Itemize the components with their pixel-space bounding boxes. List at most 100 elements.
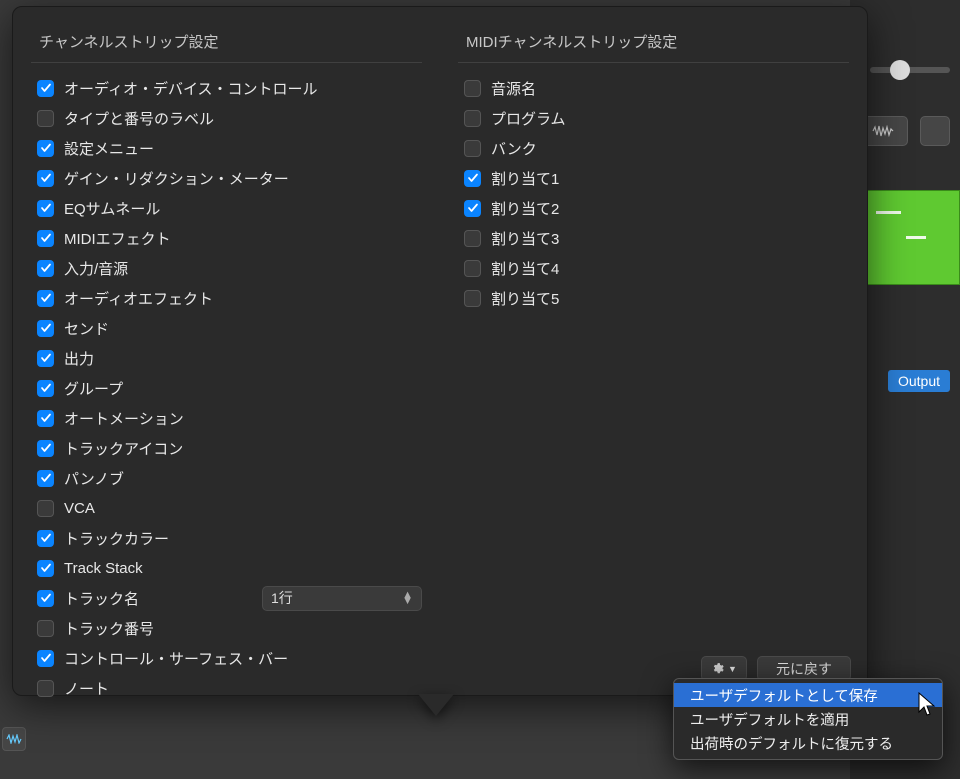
checkbox[interactable]	[37, 320, 54, 337]
option-label: トラックカラー	[64, 528, 169, 549]
checkbox[interactable]	[37, 440, 54, 457]
option-row: コントロール・サーフェス・バー	[31, 643, 422, 673]
option-row: 割り当て5	[458, 283, 849, 313]
option-row: オートメーション	[31, 403, 422, 433]
updown-icon: ▲▼	[402, 592, 413, 604]
chevron-down-icon: ▼	[728, 664, 737, 674]
option-label: パンノブ	[64, 468, 124, 489]
checkbox[interactable]	[37, 380, 54, 397]
checkbox[interactable]	[37, 80, 54, 97]
checkbox[interactable]	[37, 410, 54, 427]
option-label: バンク	[491, 138, 537, 159]
right-section-title: MIDIチャンネルストリップ設定	[458, 23, 849, 63]
checkbox[interactable]	[464, 260, 481, 277]
option-row: MIDIエフェクト	[31, 223, 422, 253]
checkbox[interactable]	[37, 350, 54, 367]
option-label: Track Stack	[64, 560, 143, 577]
option-label: 割り当て1	[491, 168, 559, 189]
option-row: 入力/音源	[31, 253, 422, 283]
option-label: トラックアイコン	[64, 438, 183, 459]
checkbox[interactable]	[37, 680, 54, 697]
dropdown-item[interactable]: ユーザデフォルトを適用	[674, 707, 942, 731]
checkbox[interactable]	[464, 200, 481, 217]
option-row: センド	[31, 313, 422, 343]
option-row: ノート	[31, 673, 422, 703]
overflow-button[interactable]	[920, 116, 950, 146]
option-label: 割り当て3	[491, 228, 559, 249]
option-row: VCA	[31, 493, 422, 523]
option-row: プログラム	[458, 103, 849, 133]
option-label: MIDIエフェクト	[64, 228, 171, 249]
option-label: 割り当て2	[491, 198, 559, 219]
dropdown-item[interactable]: ユーザデフォルトとして保存	[674, 683, 942, 707]
gear-dropdown-menu: ユーザデフォルトとして保存ユーザデフォルトを適用出荷時のデフォルトに復元する	[673, 678, 943, 760]
option-row: 割り当て3	[458, 223, 849, 253]
waveform-icon[interactable]	[2, 727, 26, 751]
zoom-slider[interactable]	[870, 60, 950, 80]
option-label: 音源名	[491, 78, 536, 99]
checkbox[interactable]	[37, 530, 54, 547]
option-row: バンク	[458, 133, 849, 163]
option-row: Track Stack	[31, 553, 422, 583]
left-column: チャンネルストリップ設定 オーディオ・デバイス・コントロールタイプと番号のラベル…	[13, 23, 440, 679]
option-row: トラック名 1行▲▼	[31, 583, 422, 613]
checkbox[interactable]	[464, 170, 481, 187]
option-label: EQサムネール	[64, 198, 160, 219]
option-row: 出力	[31, 343, 422, 373]
option-row: オーディオ・デバイス・コントロール	[31, 73, 422, 103]
option-row: ゲイン・リダクション・メーター	[31, 163, 422, 193]
gear-icon	[711, 662, 724, 675]
checkbox[interactable]	[37, 500, 54, 517]
option-label: 出力	[64, 348, 94, 369]
option-label: プログラム	[491, 108, 566, 129]
option-label: ゲイン・リダクション・メーター	[64, 168, 289, 189]
option-label: 設定メニュー	[64, 138, 154, 159]
option-row: 割り当て2	[458, 193, 849, 223]
checkbox[interactable]	[37, 560, 54, 577]
option-row: トラック番号	[31, 613, 422, 643]
option-label: タイプと番号のラベル	[64, 108, 214, 129]
option-label: 入力/音源	[64, 258, 128, 279]
checkbox[interactable]	[37, 620, 54, 637]
option-row: オーディオエフェクト	[31, 283, 422, 313]
right-column: MIDIチャンネルストリップ設定 音源名プログラムバンク割り当て1 割り当て2 割り…	[440, 23, 867, 679]
checkbox[interactable]	[37, 140, 54, 157]
option-label: トラック名	[64, 588, 139, 609]
checkbox[interactable]	[37, 110, 54, 127]
option-row: 割り当て1	[458, 163, 849, 193]
checkbox[interactable]	[37, 170, 54, 187]
option-row: 設定メニュー	[31, 133, 422, 163]
checkbox[interactable]	[37, 260, 54, 277]
option-label: VCA	[64, 500, 95, 517]
dropdown-item[interactable]: 出荷時のデフォルトに復元する	[674, 731, 942, 755]
checkbox[interactable]	[37, 470, 54, 487]
track-name-lines-select[interactable]: 1行▲▼	[262, 586, 422, 611]
option-label: 割り当て4	[491, 258, 559, 279]
left-section-title: チャンネルストリップ設定	[31, 23, 422, 63]
option-label: コントロール・サーフェス・バー	[64, 648, 288, 669]
option-label: 割り当て5	[491, 288, 559, 309]
popover-tail	[418, 694, 454, 716]
checkbox[interactable]	[464, 290, 481, 307]
checkbox[interactable]	[37, 290, 54, 307]
option-label: ノート	[64, 678, 109, 699]
checkbox[interactable]	[464, 80, 481, 97]
checkbox[interactable]	[37, 230, 54, 247]
option-label: トラック番号	[64, 618, 154, 639]
checkbox[interactable]	[464, 140, 481, 157]
checkbox[interactable]	[37, 200, 54, 217]
midi-region[interactable]	[860, 190, 960, 285]
checkbox[interactable]	[464, 110, 481, 127]
checkbox[interactable]	[37, 590, 54, 607]
option-row: パンノブ	[31, 463, 422, 493]
option-row: 割り当て4	[458, 253, 849, 283]
option-label: センド	[64, 318, 109, 339]
channel-strip-settings-popover: チャンネルストリップ設定 オーディオ・デバイス・コントロールタイプと番号のラベル…	[12, 6, 868, 696]
option-row: トラックアイコン	[31, 433, 422, 463]
option-label: グループ	[64, 378, 123, 399]
checkbox[interactable]	[37, 650, 54, 667]
option-label: オートメーション	[64, 408, 184, 429]
output-tag[interactable]: Output	[888, 370, 950, 392]
option-row: EQサムネール	[31, 193, 422, 223]
checkbox[interactable]	[464, 230, 481, 247]
